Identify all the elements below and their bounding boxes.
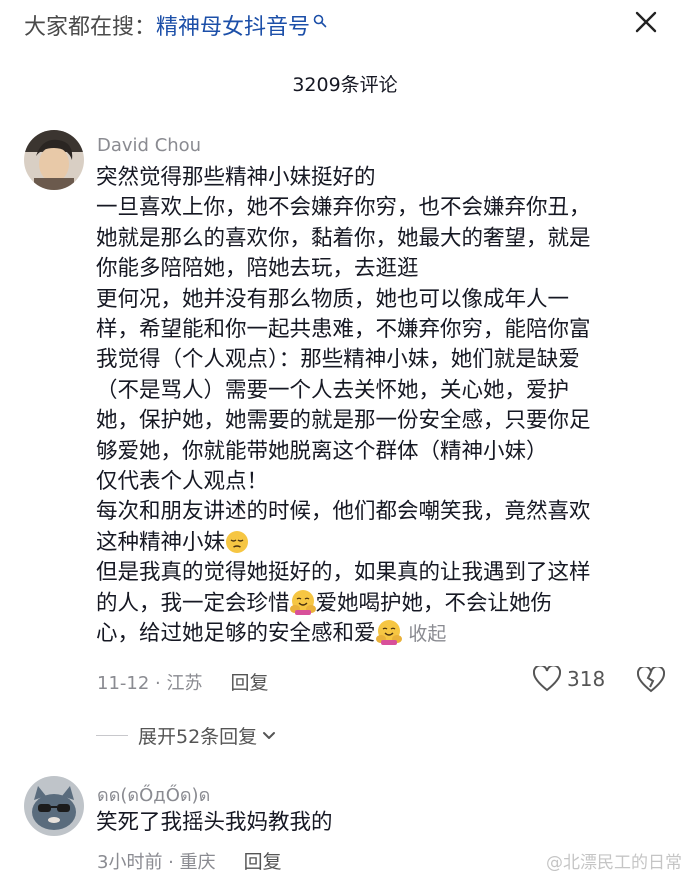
comment-line: 她就是那么的喜欢你，黏着你，她最大的奢望，就是 (96, 225, 591, 251)
comment-line: 这种精神小妹 (96, 528, 666, 558)
comment-line: 一旦喜欢上你，她不会嫌弃你穷，也不会嫌弃你丑， (96, 195, 591, 221)
comment-count-title: 3209条评论 (292, 74, 398, 96)
comment-line: 你能多陪陪她，陪她去玩，去逛逛 (96, 256, 419, 282)
comment-meta: 11-12 · 江苏 回复 (97, 668, 268, 695)
hug-emoji (289, 589, 316, 615)
comment-author[interactable]: ดด(ดŐдŐด)ด (97, 780, 210, 809)
watermark: @北漂民工的日常 (546, 853, 682, 873)
search-icon (313, 14, 327, 28)
close-icon[interactable] (632, 8, 660, 36)
search-suggestion-bar[interactable]: 大家都在搜： 精神母女抖音号 (24, 10, 327, 40)
avatar[interactable] (24, 776, 84, 836)
reply-button[interactable]: 回复 (244, 847, 282, 874)
comment-line-text: 爱她喝护她，不会让她伤 (315, 590, 553, 616)
collapse-link[interactable]: 收起 (408, 623, 446, 645)
search-topic-link[interactable]: 精神母女抖音号 (156, 9, 310, 41)
comment-meta: 3小时前 · 重庆 回复 (97, 847, 282, 874)
comment-line: 的人，我一定会珍惜 爱她喝护她，不会让她伤 (96, 589, 666, 619)
like-count: 318 (567, 667, 606, 691)
comment-date-location: 11-12 · 江苏 (97, 672, 203, 694)
divider-line (96, 735, 128, 736)
comment-line-text: 心，给过她足够的安全感和爱 (96, 621, 376, 647)
comment-line: 仅代表个人观点！ (96, 469, 269, 495)
comment-line-text: 这种精神小妹 (96, 529, 226, 555)
broken-heart-icon[interactable] (637, 667, 665, 693)
heart-icon (533, 666, 561, 692)
comment-date-location: 3小时前 · 重庆 (97, 851, 216, 873)
like-button[interactable]: 318 (533, 666, 605, 692)
comment-text[interactable]: 突然觉得那些精神小妹挺好的 一旦喜欢上你，她不会嫌弃你穷，也不会嫌弃你丑， 她就… (96, 163, 666, 650)
comment-line: 样，希望能和你一起共患难，不嫌弃你穷，能陪你富 (96, 317, 591, 343)
comment-line: 每次和朋友讲述的时候，他们都会嘲笑我，竟然喜欢 (96, 499, 591, 525)
pensive-emoji (226, 530, 249, 553)
comment-line: 突然觉得那些精神小妹挺好的 (96, 165, 376, 190)
chevron-down-icon (263, 731, 276, 739)
expand-replies-label: 展开52条回复 (138, 726, 258, 748)
comment-line: 更何况，她并没有那么物质，她也可以像成年人一 (96, 286, 570, 312)
comment-line: 心，给过她足够的安全感和爱 收起 (96, 619, 666, 649)
comment-line: 她，保护她，她需要的就是那一份安全感，只要你足 (96, 408, 591, 434)
comment-author[interactable]: David Chou (97, 135, 201, 156)
expand-replies[interactable]: 展开52条回复 (96, 722, 277, 749)
search-prefix: 大家都在搜： (24, 15, 157, 40)
comment-line: 够爱她，你就能带她脱离这个群体（精神小妹） (96, 438, 548, 464)
hug-emoji (375, 620, 402, 646)
comment-text[interactable]: 笑死了我摇头我妈教我的 (96, 808, 666, 838)
reply-button[interactable]: 回复 (230, 668, 268, 695)
comment-line: 但是我真的觉得她挺好的，如果真的让我遇到了这样 (96, 560, 591, 586)
comment-line: 笑死了我摇头我妈教我的 (96, 810, 333, 835)
comment-line-text: 的人，我一定会珍惜 (96, 590, 290, 616)
comment-line: （不是骂人）需要一个人去关怀她，关心她，爱护 (96, 377, 570, 403)
comment-line: 我觉得（个人观点）：那些精神小妹，她们就是缺爱 (96, 347, 580, 373)
avatar[interactable] (24, 130, 84, 190)
